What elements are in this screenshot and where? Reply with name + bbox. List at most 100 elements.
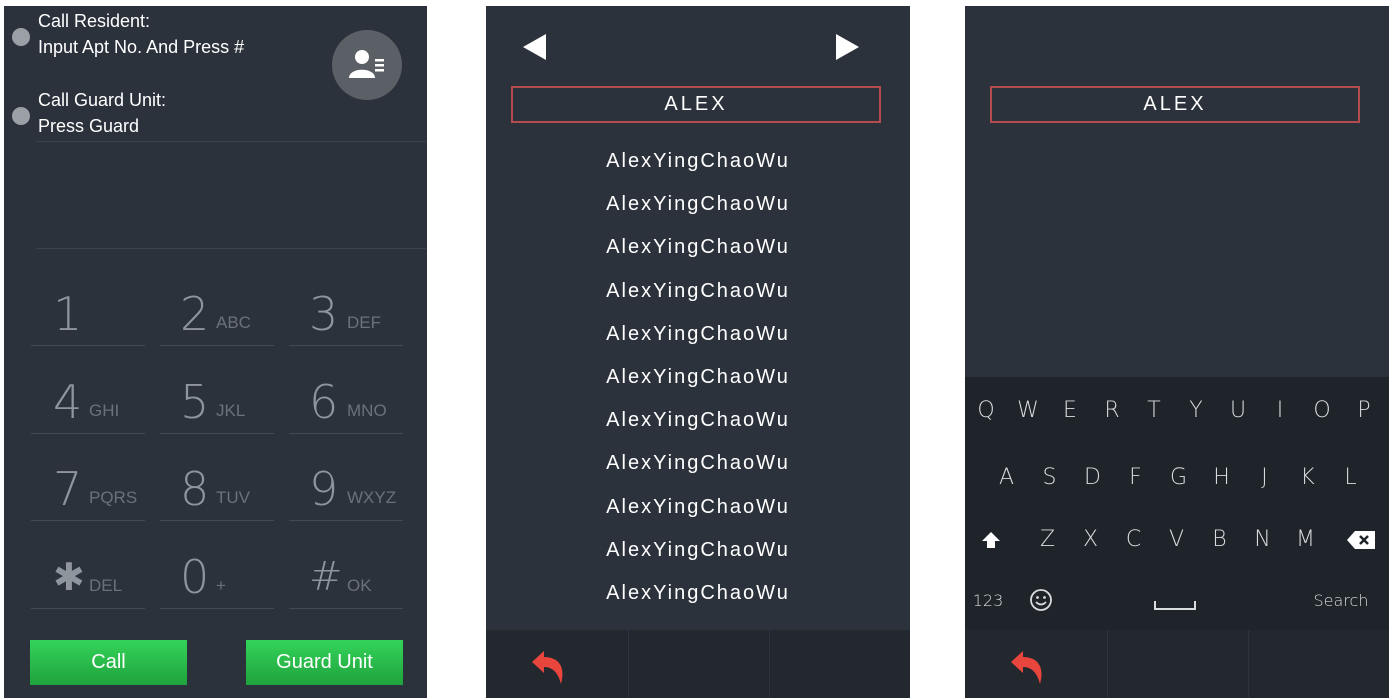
search-field[interactable]: ALEX [990, 86, 1360, 123]
key-p[interactable]: P [1343, 381, 1385, 441]
key-digit: 8 [180, 462, 210, 516]
list-item[interactable]: AlexYingChaoWu [486, 405, 910, 448]
key-j[interactable]: J [1243, 448, 1286, 508]
space-key[interactable] [1075, 571, 1275, 631]
call-guard-title: Call Guard Unit: [38, 90, 167, 110]
key-e[interactable]: E [1049, 381, 1091, 441]
list-item[interactable]: AlexYingChaoWu [486, 276, 910, 319]
keyboard-screen: ALEX Q W E R T Y U I O P A S D F G H J K… [965, 6, 1389, 698]
key-letters: MNO [347, 401, 387, 420]
key-letters: TUV [216, 488, 250, 507]
key-0[interactable]: 0 + [160, 537, 274, 609]
key-6[interactable]: 6 MNO [289, 362, 403, 434]
call-resident-text: Input Apt No. And Press # [38, 37, 245, 57]
triangle-left-icon[interactable] [520, 32, 550, 62]
key-letters: ABC [216, 313, 251, 332]
shift-key[interactable] [971, 510, 1011, 570]
key-digit: 9 [309, 462, 339, 516]
search-key[interactable]: Search [1303, 571, 1379, 631]
divider [1107, 630, 1108, 698]
backspace-key[interactable] [1337, 510, 1385, 570]
list-item[interactable]: AlexYingChaoWu [486, 189, 910, 232]
key-7[interactable]: 7 PQRS [31, 449, 145, 521]
divider [628, 630, 629, 698]
key-n[interactable]: N [1241, 510, 1284, 570]
key-z[interactable]: Z [1026, 510, 1069, 570]
key-2[interactable]: 2 ABC [160, 274, 274, 346]
key-8[interactable]: 8 TUV [160, 449, 274, 521]
key-q[interactable]: Q [965, 381, 1007, 441]
key-b[interactable]: B [1198, 510, 1241, 570]
key-v[interactable]: V [1155, 510, 1198, 570]
key-w[interactable]: W [1007, 381, 1049, 441]
list-item[interactable]: AlexYingChaoWu [486, 578, 910, 621]
key-h[interactable]: H [1200, 448, 1243, 508]
numbers-key[interactable]: 123 [965, 571, 1011, 631]
key-k[interactable]: K [1286, 448, 1329, 508]
space-bar-icon [1154, 601, 1196, 610]
key-letters: PQRS [89, 488, 138, 507]
key-a[interactable]: A [985, 448, 1028, 508]
bottom-bar [965, 630, 1389, 698]
call-button[interactable]: Call [30, 640, 187, 685]
backspace-icon [1347, 531, 1375, 549]
shift-arrow-icon [982, 532, 1000, 548]
key-letters: JKL [216, 401, 246, 420]
key-hash-ok[interactable]: # OK [289, 537, 403, 609]
key-digit: 3 [309, 287, 339, 341]
emoji-key[interactable] [1021, 571, 1061, 631]
key-9[interactable]: 9 WXYZ [289, 449, 403, 521]
triangle-right-icon[interactable] [832, 32, 862, 62]
key-d[interactable]: D [1071, 448, 1114, 508]
directory-screen: ALEX AlexYingChaoWu AlexYingChaoWu AlexY… [486, 6, 910, 698]
list-item[interactable]: AlexYingChaoWu [486, 319, 910, 362]
key-o[interactable]: O [1301, 381, 1343, 441]
key-f[interactable]: F [1114, 448, 1157, 508]
key-x[interactable]: X [1069, 510, 1112, 570]
emoji-icon [1030, 589, 1052, 611]
divider [1248, 630, 1249, 698]
key-u[interactable]: U [1217, 381, 1259, 441]
list-item[interactable]: AlexYingChaoWu [486, 232, 910, 275]
list-item[interactable]: AlexYingChaoWu [486, 492, 910, 535]
dial-screen: Call Resident: Input Apt No. And Press #… [4, 6, 427, 698]
key-c[interactable]: C [1112, 510, 1155, 570]
call-guard-text: Press Guard [38, 116, 140, 136]
key-letters: OK [347, 576, 372, 595]
key-digit: 5 [180, 375, 210, 429]
key-letters: + [216, 576, 226, 595]
list-item[interactable]: AlexYingChaoWu [486, 448, 910, 491]
key-y[interactable]: Y [1175, 381, 1217, 441]
keyboard-row: A S D F G H J K L [965, 448, 1389, 508]
key-i[interactable]: I [1259, 381, 1301, 441]
call-resident-title: Call Resident: [38, 11, 151, 31]
key-r[interactable]: R [1091, 381, 1133, 441]
key-l[interactable]: L [1329, 448, 1372, 508]
key-m[interactable]: M [1284, 510, 1327, 570]
list-item[interactable]: AlexYingChaoWu [486, 146, 910, 189]
key-3[interactable]: 3 DEF [289, 274, 403, 346]
key-s[interactable]: S [1028, 448, 1071, 508]
search-field[interactable]: ALEX [511, 86, 881, 123]
list-item[interactable]: AlexYingChaoWu [486, 535, 910, 578]
back-arrow-icon[interactable] [528, 648, 568, 688]
key-5[interactable]: 5 JKL [160, 362, 274, 434]
contact-list-button[interactable] [332, 30, 402, 100]
keyboard-row: Q W E R T Y U I O P [965, 381, 1389, 441]
key-letters: DEL [89, 576, 123, 595]
key-star-del[interactable]: ✱ DEL [31, 537, 145, 609]
keyboard-row: 123 Search [965, 571, 1389, 631]
key-t[interactable]: T [1133, 381, 1175, 441]
resident-list: AlexYingChaoWu AlexYingChaoWu AlexYingCh… [486, 146, 910, 621]
bottom-bar [486, 630, 910, 698]
key-digit: 0 [180, 550, 210, 604]
key-g[interactable]: G [1157, 448, 1200, 508]
key-letters: WXYZ [347, 488, 397, 507]
list-item[interactable]: AlexYingChaoWu [486, 362, 910, 405]
back-arrow-icon[interactable] [1007, 648, 1047, 688]
bullet-dot-icon [12, 107, 30, 125]
key-4[interactable]: 4 GHI [31, 362, 145, 434]
key-1[interactable]: 1 [31, 274, 145, 346]
guard-unit-button[interactable]: Guard Unit [246, 640, 403, 685]
divider [36, 141, 426, 142]
